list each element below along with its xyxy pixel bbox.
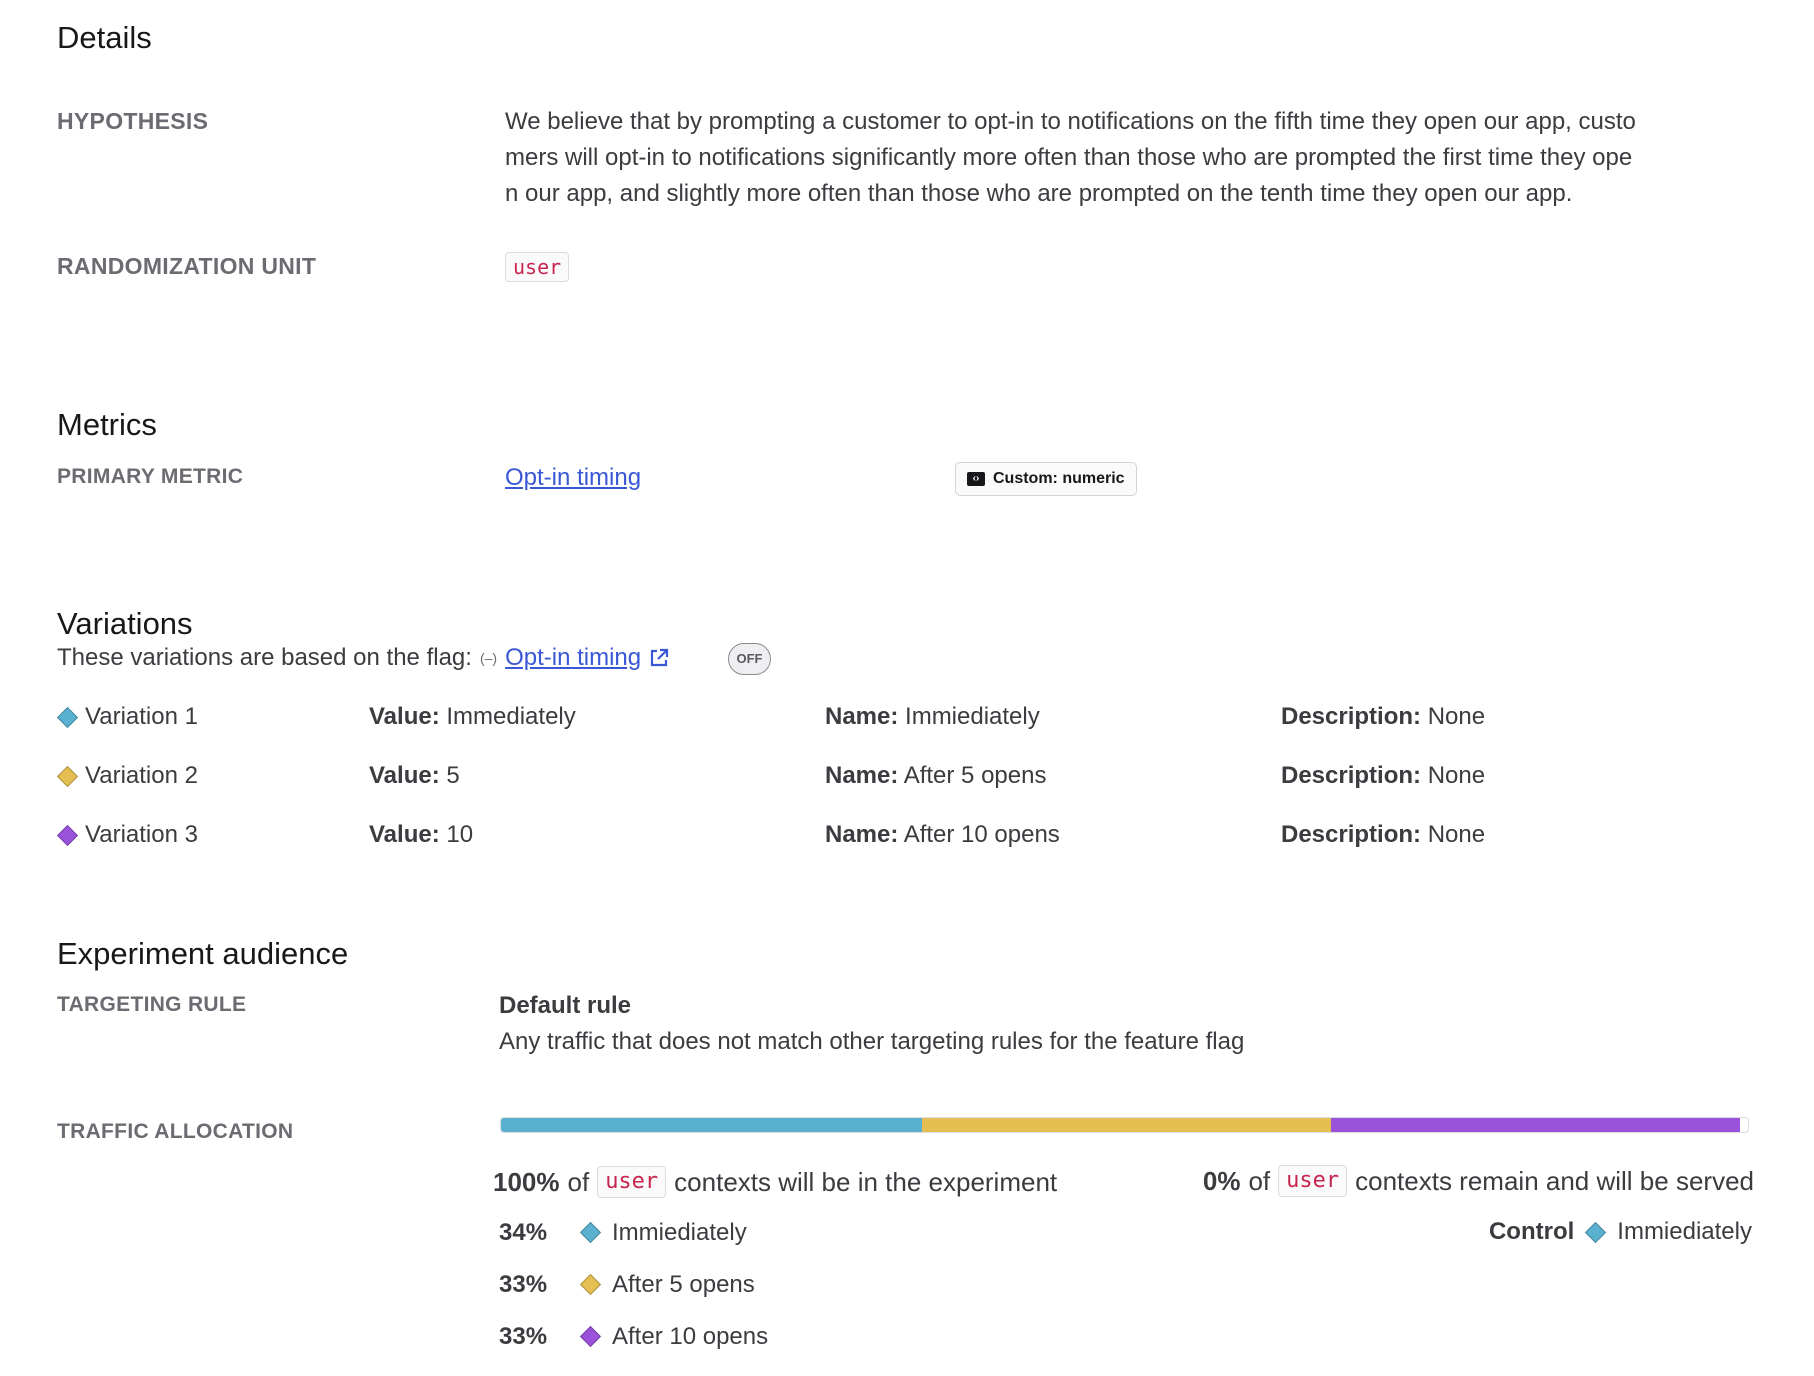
in-percent: 100% [493, 1166, 560, 1197]
value-text: 5 [446, 762, 460, 789]
of-word: of [567, 1166, 590, 1197]
allocation-percent: 34% [499, 1218, 548, 1246]
allocation-percent: 33% [499, 1270, 548, 1298]
metrics-title: Metrics [57, 407, 157, 442]
name-key: Name: [825, 762, 899, 789]
targeting-rule-label: TARGETING RULE [57, 993, 247, 1016]
audience-title: Experiment audience [57, 936, 349, 971]
list-item: 33% After 5 opens [499, 1270, 768, 1299]
variation-name: Name: After 10 opens [825, 821, 1060, 849]
variation-label: Variation 2 [85, 762, 198, 789]
external-link-icon[interactable] [648, 647, 670, 669]
primary-metric-label: PRIMARY METRIC [57, 465, 244, 488]
name-text: After 5 opens [903, 762, 1047, 789]
allocation-segment [922, 1118, 1332, 1132]
allocation-segment [501, 1118, 923, 1132]
diamond-icon [56, 706, 79, 728]
name-text: Immiediately [905, 703, 1040, 730]
diamond-icon [579, 1221, 602, 1244]
traffic-allocation-label: TRAFFIC ALLOCATION [57, 1120, 294, 1143]
description-key: Description: [1281, 703, 1422, 730]
value-text: 10 [446, 821, 474, 848]
variation-value: Value: Immediately [369, 703, 576, 731]
hypothesis-text: We believe that by prompting a customer … [505, 104, 1805, 212]
name-text: After 10 opens [903, 821, 1060, 848]
randomization-unit-badge: user [505, 252, 570, 282]
metric-type-tag: ‹› Custom: numeric [955, 462, 1137, 496]
hypothesis-line: mers will opt-in to notifications signif… [505, 144, 1633, 171]
variation-label: Variation 3 [85, 821, 198, 848]
in-text: contexts will be in the experiment [674, 1166, 1058, 1197]
allocation-list: 34% Immiediately 33% After 5 opens 33% A… [499, 1218, 768, 1351]
diamond-icon [579, 1325, 602, 1348]
value-key: Value: [369, 821, 440, 848]
flag-status-pill: OFF [728, 643, 771, 675]
variations-subtitle-row: These variations are based on the flag: … [57, 644, 670, 672]
allocation-name: Immiediately [612, 1218, 747, 1246]
variation-description: Description: None [1281, 762, 1485, 790]
value-key: Value: [369, 703, 440, 730]
list-item: 33% After 10 opens [499, 1322, 768, 1351]
name-key: Name: [825, 821, 899, 848]
variation-name: Name: After 5 opens [825, 762, 1046, 790]
variation-description: Description: None [1281, 821, 1485, 849]
variations-subtitle: These variations are based on the flag: [57, 644, 472, 671]
allocation-name: After 5 opens [612, 1270, 755, 1298]
flag-link[interactable]: Opt-in timing [505, 644, 641, 672]
rule-title: Default rule [499, 992, 632, 1019]
diamond-icon [1585, 1221, 1607, 1243]
diamond-icon [56, 765, 79, 787]
description-key: Description: [1281, 821, 1422, 848]
variation-row-label: Variation 3 [56, 821, 198, 849]
variation-row-label: Variation 2 [56, 762, 198, 790]
rule-description: Any traffic that does not match other ta… [499, 1028, 1245, 1055]
list-item: 34% Immiediately [499, 1218, 768, 1247]
unit-badge: user [1278, 1165, 1348, 1198]
randomization-label: RANDOMIZATION UNIT [57, 253, 317, 279]
of-word: of [1248, 1165, 1271, 1196]
variation-value: Value: 10 [369, 821, 473, 849]
variation-label: Variation 1 [85, 703, 198, 730]
description-text: None [1427, 821, 1486, 848]
variation-description: Description: None [1281, 703, 1485, 731]
variations-title: Variations [57, 606, 193, 641]
control-summary: Control Immiediately [1489, 1218, 1752, 1246]
allocation-bar [500, 1117, 1749, 1133]
allocation-segment [1331, 1118, 1741, 1132]
value-text: Immediately [446, 703, 576, 730]
allocation-percent: 33% [499, 1322, 548, 1350]
hypothesis-line: We believe that by prompting a customer … [505, 108, 1636, 135]
description-text: None [1427, 762, 1486, 789]
metric-type-label: Custom: numeric [993, 470, 1125, 487]
diamond-icon [56, 824, 79, 846]
hypothesis-label: HYPOTHESIS [57, 108, 209, 134]
allocation-name: After 10 opens [612, 1322, 769, 1350]
variation-row-label: Variation 1 [56, 703, 198, 731]
variation-value: Value: 5 [369, 762, 460, 790]
description-key: Description: [1281, 762, 1422, 789]
toggle-icon: (–) [479, 650, 498, 666]
control-label: Control [1488, 1218, 1575, 1245]
unit-badge: user [597, 1166, 667, 1199]
primary-metric-link[interactable]: Opt-in timing [505, 464, 641, 492]
code-icon: ‹› [967, 472, 985, 486]
out-percent: 0% [1202, 1165, 1241, 1196]
value-key: Value: [369, 762, 440, 789]
out-text: contexts remain and will be served [1355, 1165, 1754, 1196]
hypothesis-line: n our app, and slightly more often than … [505, 180, 1573, 207]
remaining-summary: 0% of user contexts remain and will be s… [1202, 1165, 1754, 1198]
name-key: Name: [825, 703, 899, 730]
in-experiment-summary: 100% of user contexts will be in the exp… [493, 1166, 1058, 1199]
description-text: None [1427, 703, 1486, 730]
diamond-icon [579, 1273, 602, 1296]
control-name: Immiediately [1617, 1218, 1752, 1245]
variation-name: Name: Immiediately [825, 703, 1040, 731]
details-title: Details [57, 20, 152, 55]
